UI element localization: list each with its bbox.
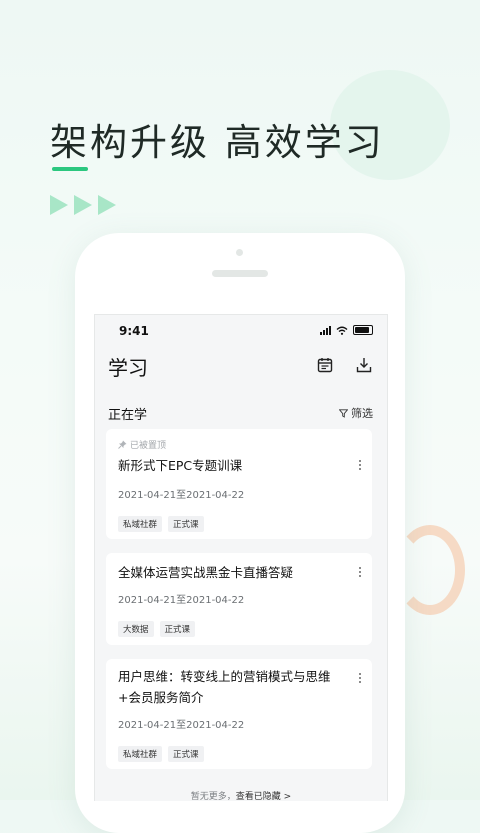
status-bar: 9:41 (95, 315, 387, 349)
course-title: 全媒体运营实战黑金卡直播答疑 (118, 565, 294, 580)
tag: 私域社群 (118, 746, 163, 762)
filter-icon (339, 408, 348, 418)
course-date: 2021-04-21至2021-04-22 (118, 595, 245, 606)
status-time: 9:41 (119, 324, 149, 338)
tag: 正式课 (159, 621, 196, 637)
tag-list: 私域社群 正式课 (118, 516, 204, 532)
download-icon[interactable] (356, 357, 372, 373)
tag: 私域社群 (118, 516, 163, 532)
course-card[interactable]: 已被置顶 新形式下EPC专题训课 2021-04-21至2021-04-22 私… (106, 429, 372, 539)
tag-list: 私域社群 正式课 (118, 746, 204, 762)
course-card[interactable]: 用户思维：转变线上的营销模式与思维+会员服务简介 2021-04-21至2021… (106, 659, 372, 769)
battery-icon (353, 325, 373, 335)
wifi-icon (336, 326, 348, 335)
tag: 大数据 (118, 621, 154, 637)
status-icons (320, 325, 373, 335)
phone-screen: 9:41 学习 正在学 筛选 已被置顶 新形式下EPC专题训课 2021-04-… (94, 314, 388, 801)
more-vertical-icon[interactable] (359, 567, 362, 577)
decor-ring (395, 525, 465, 615)
arrow-icon (74, 195, 92, 215)
course-title: 新形式下EPC专题训课 (118, 458, 243, 473)
speaker (212, 270, 268, 277)
pinned-text: 已被置顶 (130, 441, 167, 451)
calendar-icon[interactable] (317, 357, 333, 373)
arrow-icon (98, 195, 116, 215)
more-vertical-icon[interactable] (359, 673, 362, 683)
page-title: 学习 (108, 356, 148, 380)
course-date: 2021-04-21至2021-04-22 (118, 490, 245, 501)
signal-icon (320, 325, 331, 335)
course-date: 2021-04-21至2021-04-22 (118, 720, 245, 731)
footer-note: 暂无更多，查看已隐藏 > (95, 789, 387, 801)
hero-arrows (50, 195, 116, 215)
course-title: 用户思维：转变线上的营销模式与思维+会员服务简介 (118, 669, 331, 705)
section-title: 正在学 (108, 408, 148, 423)
tag: 正式课 (168, 516, 204, 532)
hero-title: 架构升级 高效学习 (50, 121, 385, 164)
pinned-label: 已被置顶 (118, 438, 166, 451)
filter-button[interactable]: 筛选 (339, 405, 373, 421)
more-vertical-icon[interactable] (359, 460, 362, 470)
pin-icon (118, 440, 127, 449)
tag-list: 大数据 正式课 (118, 621, 196, 637)
camera-dot (236, 249, 243, 256)
arrow-icon (50, 195, 68, 215)
filter-label: 筛选 (351, 407, 373, 420)
course-card[interactable]: 全媒体运营实战黑金卡直播答疑 2021-04-21至2021-04-22 大数据… (106, 553, 372, 645)
tag: 正式课 (168, 746, 204, 762)
hero-underline (52, 167, 88, 171)
